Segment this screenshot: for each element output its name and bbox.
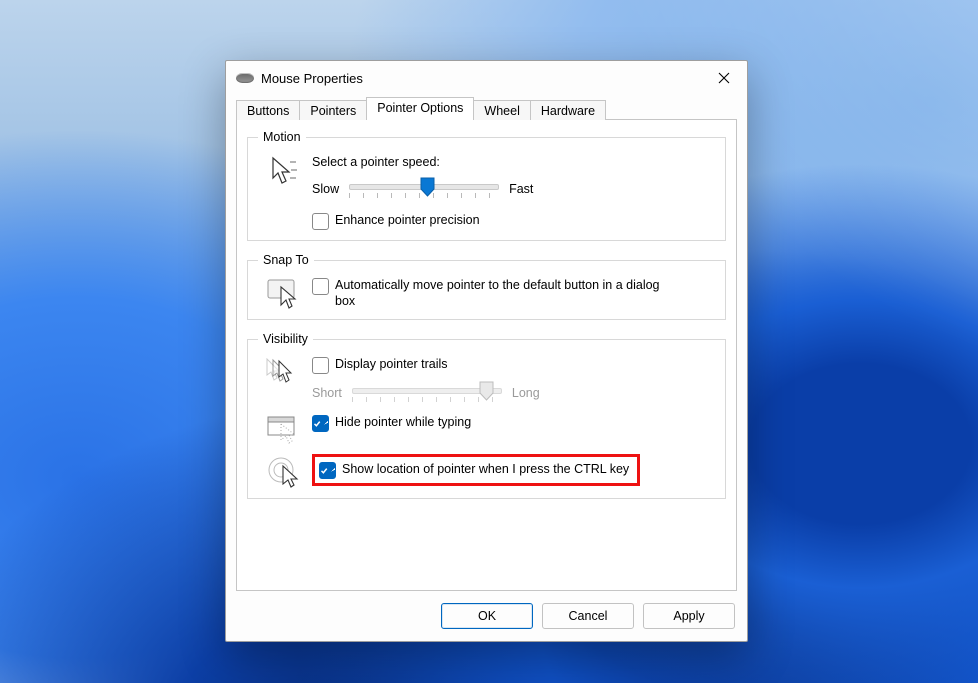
group-visibility-legend: Visibility [258, 332, 313, 346]
dialog-button-row: OK Cancel Apply [226, 597, 747, 641]
cancel-button[interactable]: Cancel [542, 603, 634, 629]
snap-to-checkbox[interactable] [312, 278, 329, 295]
pointer-trails-checkbox[interactable] [312, 357, 329, 374]
motion-icon [258, 154, 312, 190]
pointer-trails-icon [258, 356, 312, 388]
enhance-precision-checkbox[interactable] [312, 213, 329, 230]
trails-short-label: Short [312, 386, 342, 400]
close-button[interactable] [701, 61, 747, 95]
hide-typing-icon [258, 414, 312, 444]
hide-typing-label: Hide pointer while typing [335, 414, 471, 430]
show-ctrl-icon [258, 454, 312, 488]
show-ctrl-checkbox[interactable] [319, 462, 336, 479]
ok-button[interactable]: OK [441, 603, 533, 629]
tab-wheel[interactable]: Wheel [473, 100, 530, 121]
titlebar: Mouse Properties [226, 61, 747, 95]
select-pointer-speed-label: Select a pointer speed: [312, 154, 715, 170]
pointer-speed-slider[interactable] [349, 178, 499, 200]
speed-slow-label: Slow [312, 182, 339, 196]
group-motion: Motion Select a pointer speed: Slow [247, 130, 726, 241]
hide-typing-checkbox[interactable] [312, 415, 329, 432]
group-snap-to: Snap To Automatically move pointer to th… [247, 253, 726, 320]
tab-buttons[interactable]: Buttons [236, 100, 300, 121]
show-ctrl-label: Show location of pointer when I press th… [342, 461, 629, 477]
apply-button[interactable]: Apply [643, 603, 735, 629]
group-snap-to-legend: Snap To [258, 253, 314, 267]
tab-pointers[interactable]: Pointers [299, 100, 367, 121]
enhance-precision-label: Enhance pointer precision [335, 212, 480, 228]
close-icon [718, 72, 730, 84]
pointer-trails-slider [352, 382, 502, 404]
tab-hardware[interactable]: Hardware [530, 100, 606, 121]
speed-fast-label: Fast [509, 182, 533, 196]
tab-page-pointer-options: Motion Select a pointer speed: Slow [236, 120, 737, 591]
tab-pointer-options[interactable]: Pointer Options [366, 97, 474, 120]
mouse-icon [236, 73, 254, 83]
snap-to-icon [258, 277, 312, 309]
pointer-trails-label: Display pointer trails [335, 356, 448, 372]
trails-long-label: Long [512, 386, 540, 400]
tabs-row: Buttons Pointers Pointer Options Wheel H… [226, 95, 747, 120]
snap-to-label: Automatically move pointer to the defaul… [335, 277, 675, 309]
group-motion-legend: Motion [258, 130, 306, 144]
window-title: Mouse Properties [261, 71, 363, 86]
group-visibility: Visibility Display pointer trails [247, 332, 726, 499]
show-ctrl-highlight: Show location of pointer when I press th… [312, 454, 640, 486]
mouse-properties-dialog: Mouse Properties Buttons Pointers Pointe… [225, 60, 748, 642]
